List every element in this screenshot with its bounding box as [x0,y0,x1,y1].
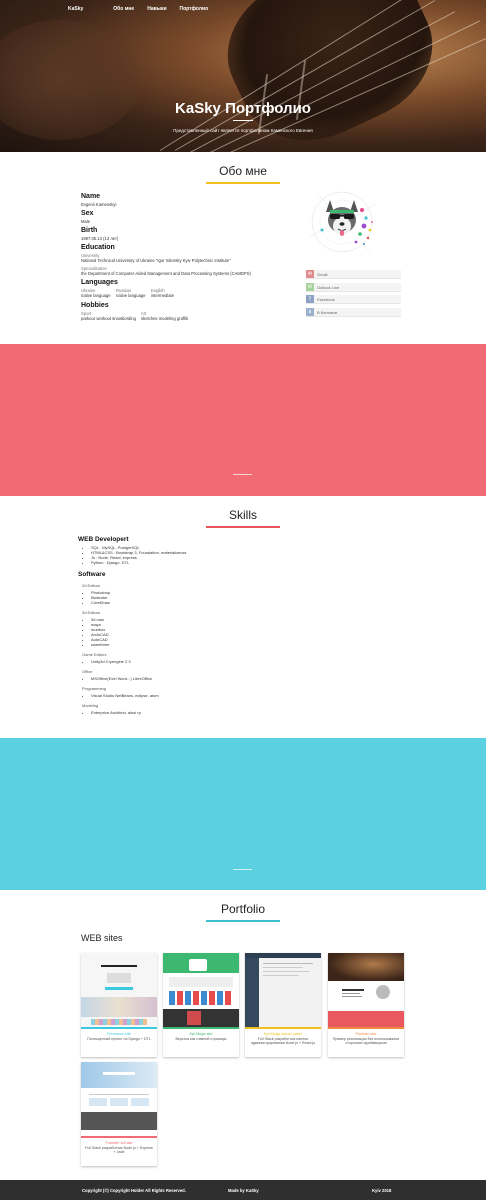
birth-value: 1997.05.13 (13 лет) [81,236,119,242]
footer-made-by: Made by KaSky [228,1188,259,1193]
web-dev-title: WEB Developert [78,536,129,543]
nav-item-portfolio[interactable]: Портфолио [180,6,209,12]
portfolio-card-portfolio-site[interactable]: Portfolio site Пример реализации без исп… [328,953,404,1057]
social-link-gmail[interactable]: ✉ Gmail [306,270,401,279]
hobby-item: Sport parkour workout snowbording [81,311,136,322]
category-label: Programming [82,686,107,691]
category-label: Office [82,669,93,674]
cyan-parallax-band [0,738,486,890]
list-item: Visual Studio NetBeans, eclipse, atom [91,693,161,698]
category-label: 3d Editors [82,610,101,615]
hobby-item: Art sketches modeling graffiti [141,311,189,322]
hero-banner: KaSky Обо мне Навыки Портфолио KaSky Пор… [0,0,486,152]
about-info: Name Evgenii Kamenskyi Sex Male Birth 19… [81,192,311,321]
hobbies-label: Hobbies [81,302,109,310]
portfolio-card-transfer-ua[interactable]: Transfer UA site Full Stack разработчик … [81,1062,157,1166]
list-item: Python : Django, DTL [91,560,278,565]
footer-copyright: Copyright (©) Copyright Holder All Right… [82,1188,186,1193]
site-footer: Copyright (©) Copyright Holder All Right… [0,1180,486,1200]
hero-divider [233,120,253,121]
hero-title: KaSky Портфолио [175,100,311,117]
hero-subtitle: Представленный сайт является портфолином… [173,128,313,133]
category-label: 2d Editors [82,583,101,588]
social-link-vk[interactable]: в В Контакте [306,308,401,317]
language-item: Ukraine native language [81,288,111,299]
category-label: Modeling [82,703,99,708]
card-description: Full Stack разработчик Node.js + Express… [85,1146,153,1155]
sex-value: Male [81,219,91,225]
about-section-title: Обо мне [219,164,267,178]
list-item: Unity3d Cryengine 2 3 [91,659,278,664]
card-thumbnail [245,953,321,1027]
web-sites-heading: WEB sites [81,933,123,943]
top-nav: KaSky Обо мне Навыки Портфолио [68,6,221,12]
list-item: CorelDraw [91,600,278,605]
card-thumbnail [163,953,239,1027]
facebook-icon: f [306,295,314,303]
sex-label: Sex [81,210,94,218]
card-description: Пример реализации без использования стор… [332,1037,400,1046]
nav-brand[interactable]: KaSky [68,6,83,12]
portfolio-card-freelance[interactable]: Freelance site Полноценный проект на Dja… [81,953,157,1057]
skills-list: WEB Developert SQL : MySQL, PostgreSQL H… [78,536,278,715]
specialization-value: the Department of Computer-Aided Managem… [81,271,251,277]
skills-title-underline [206,526,280,528]
hobbies-list: Sport parkour workout snowbording Art sket… [81,311,311,321]
social-link-outlook[interactable]: ✉ Outlook Live [306,283,401,292]
red-parallax-band [0,344,486,496]
name-value: Evgenii Kamenskyi [81,202,117,207]
software-title: Software [78,571,106,578]
portfolio-title-underline [206,920,280,922]
footer-place: Kyiv 2018 [372,1188,392,1193]
card-description: Полноценный проект на Django + DTL [87,1037,151,1041]
card-description: Верстка как главной страницы [175,1037,227,1041]
category-label: Game Editors [82,652,107,657]
education-label: Education [81,244,115,252]
languages-label: Languages [81,279,118,287]
portfolio-card-kpi-mega[interactable]: Kpi Mega site Верстка как главной страни… [163,953,239,1057]
husky-avatar-image [309,191,377,253]
gmail-icon: ✉ [306,270,314,278]
languages-list: Ukraine native language Russian native lan… [81,288,311,298]
portfolio-card-kpi-admin[interactable]: Kpi Mega Admin panel Full Stack разработ… [245,953,321,1057]
list-item: MSOffice(Exel Word...) LibreOffice [91,676,278,681]
university-value: National Technical University of Ukraine… [81,258,231,264]
birth-label: Birth [81,227,98,235]
card-thumbnail [328,953,404,1027]
about-title-underline [206,182,280,184]
skills-section-title: Skills [228,508,257,522]
list-item: sweethree [91,642,278,647]
vk-icon: в [306,308,314,316]
social-link-facebook[interactable]: f Facebook [306,295,401,304]
web-skills-list: SQL : MySQL, PostgreSQL HTML&CSS : Boots… [91,545,278,565]
language-item: Russian native language [116,288,146,299]
nav-item-about[interactable]: Обо мне [113,6,134,12]
outlook-icon: ✉ [306,283,314,291]
language-item: English intermediate [151,288,175,299]
list-item: Enterprice Architect, ainsi rp [91,710,278,715]
nav-item-skills[interactable]: Навыки [147,6,166,12]
card-thumbnail [81,1062,157,1136]
card-thumbnail [81,953,157,1027]
portfolio-section-title: Portfolio [220,902,266,916]
name-label: Name [81,193,101,200]
card-description: Full Stack разработчик панели администри… [250,1037,316,1046]
